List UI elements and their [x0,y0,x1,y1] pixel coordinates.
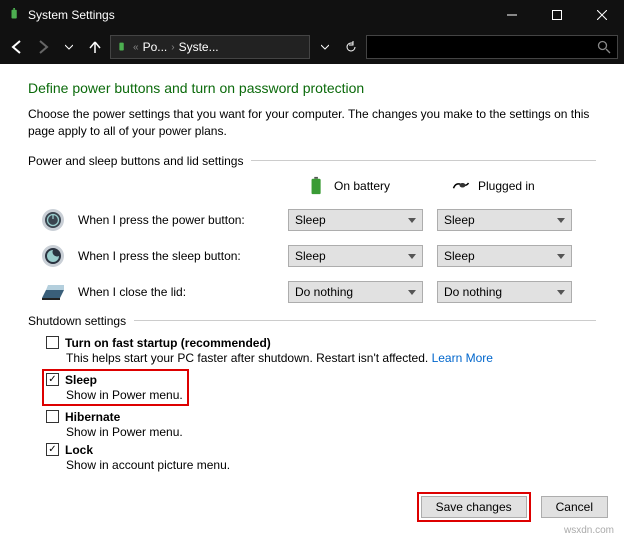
titlebar: System Settings [0,0,624,30]
search-box[interactable] [366,35,618,59]
breadcrumb-seg2: Syste... [179,40,219,54]
battery-icon [308,176,326,196]
fast-startup-row: Turn on fast startup (recommended) This … [46,336,596,365]
power-button-battery-select[interactable]: Sleep [288,209,423,231]
lid-icon [40,279,66,305]
recent-dropdown[interactable] [58,36,80,58]
search-icon [597,40,611,54]
lid-close-row: When I close the lid: Do nothing Do noth… [28,278,596,306]
chevron-icon: « [133,42,139,53]
fast-startup-sub: This helps start your PC faster after sh… [66,351,596,365]
power-button-label: When I press the power button: [78,213,288,227]
power-button-icon [40,207,66,233]
address-bar[interactable]: « Po... › Syste... [110,35,310,59]
sleep-button-row: When I press the sleep button: Sleep Sle… [28,242,596,270]
content: Define power buttons and turn on passwor… [0,64,624,486]
hibernate-row: Hibernate Show in Power menu. [46,410,596,439]
app-icon [8,8,22,22]
footer: Save changes Cancel [417,492,608,522]
chevron-icon: › [171,42,174,53]
sleep-checkbox[interactable] [46,373,59,386]
sleep-button-label: When I press the sleep button: [78,249,288,263]
lock-sub: Show in account picture menu. [66,458,596,472]
learn-more-link[interactable]: Learn More [432,351,493,365]
watermark: wsxdn.com [564,525,614,536]
sleep-button-plugged-select[interactable]: Sleep [437,245,572,267]
up-button[interactable] [84,36,106,58]
back-button[interactable] [6,36,28,58]
sleep-label: Sleep [65,373,97,387]
column-headers: On battery Plugged in [308,176,596,196]
maximize-button[interactable] [534,0,579,30]
power-button-plugged-select[interactable]: Sleep [437,209,572,231]
hibernate-label: Hibernate [65,410,120,424]
save-highlight: Save changes [417,492,531,522]
lid-close-label: When I close the lid: [78,285,288,299]
history-dropdown[interactable] [314,36,336,58]
cancel-button[interactable]: Cancel [541,496,608,518]
fast-startup-checkbox[interactable] [46,336,59,349]
navbar: « Po... › Syste... [0,30,624,64]
col-battery: On battery [308,176,452,196]
lock-label: Lock [65,443,93,457]
hibernate-checkbox[interactable] [46,410,59,423]
lid-battery-select[interactable]: Do nothing [288,281,423,303]
forward-button[interactable] [32,36,54,58]
window-controls [489,0,624,30]
sleep-sub: Show in Power menu. [66,388,183,402]
lock-row: Lock Show in account picture menu. [46,443,596,472]
lid-plugged-select[interactable]: Do nothing [437,281,572,303]
save-button[interactable]: Save changes [421,496,527,518]
lock-checkbox[interactable] [46,443,59,456]
buttons-section-label: Power and sleep buttons and lid settings [28,154,596,168]
location-icon [115,40,129,54]
power-button-row: When I press the power button: Sleep Sle… [28,206,596,234]
shutdown-section-label: Shutdown settings [28,314,596,328]
plug-icon [452,176,470,196]
refresh-button[interactable] [340,36,362,58]
page-description: Choose the power settings that you want … [28,106,596,140]
breadcrumb-seg1: Po... [143,40,168,54]
sleep-button-icon [40,243,66,269]
page-heading: Define power buttons and turn on passwor… [28,80,596,96]
sleep-highlight: Sleep Show in Power menu. [42,369,189,406]
sleep-button-battery-select[interactable]: Sleep [288,245,423,267]
col-plugged: Plugged in [452,176,596,196]
hibernate-sub: Show in Power menu. [66,425,596,439]
minimize-button[interactable] [489,0,534,30]
window-title: System Settings [28,8,489,22]
fast-startup-label: Turn on fast startup (recommended) [65,336,271,350]
close-button[interactable] [579,0,624,30]
